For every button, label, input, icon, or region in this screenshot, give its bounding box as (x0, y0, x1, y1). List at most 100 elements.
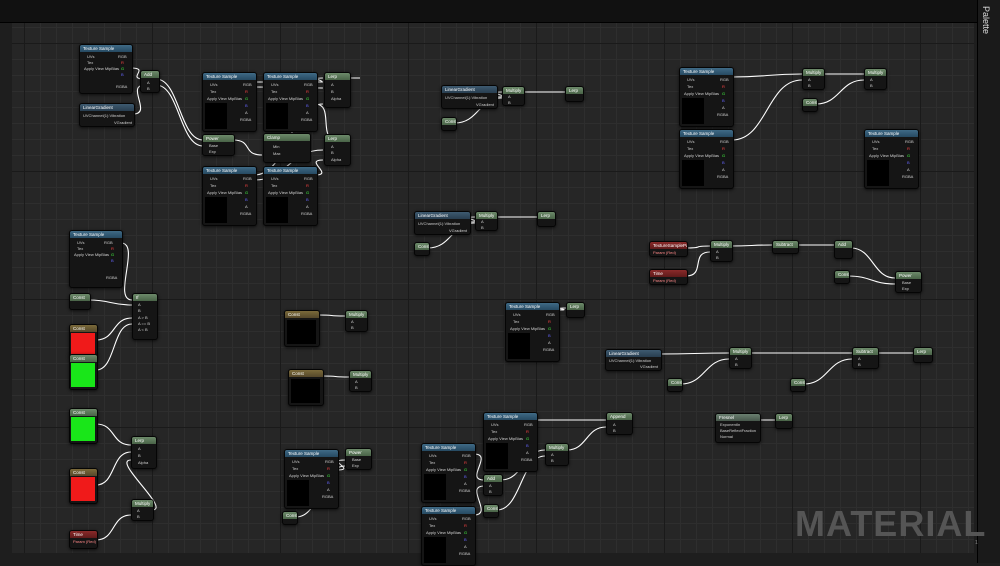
node-pin[interactable]: A (245, 110, 248, 115)
node-pin[interactable]: G (526, 436, 529, 441)
multiply-node[interactable]: Multiply A B (802, 68, 825, 90)
node-pin[interactable]: A (548, 340, 551, 345)
node-pin[interactable]: R (245, 89, 248, 94)
node-pin[interactable]: Tex (271, 89, 277, 94)
node-pin[interactable]: G (722, 153, 725, 158)
node-pin[interactable]: G (111, 252, 114, 257)
node-pin[interactable]: Apply View MipBias (684, 153, 719, 158)
node-pin[interactable]: A (138, 302, 141, 307)
node-pin[interactable]: RGBA (902, 174, 913, 179)
const-node[interactable]: Const (69, 293, 91, 310)
node-pin[interactable]: UVs (210, 176, 218, 181)
node-pin[interactable]: Apply View MipBias (426, 467, 461, 472)
node-pin[interactable]: BaseReflectFraction (720, 428, 756, 433)
node-pin[interactable]: B (716, 255, 719, 260)
const-node[interactable]: Const (414, 242, 430, 256)
node-pin[interactable]: Apply View MipBias (268, 190, 303, 195)
node-pin[interactable]: Apply View MipBias (207, 96, 242, 101)
power-node[interactable]: Power Base Exp (895, 271, 922, 293)
const-node[interactable]: Const (483, 504, 499, 518)
const-node[interactable]: Const (790, 378, 806, 392)
node-pin[interactable]: G (306, 190, 309, 195)
node-pin[interactable]: G (464, 530, 467, 535)
node-pin[interactable]: B (355, 385, 358, 390)
multiply-node[interactable]: Multiply A B (502, 86, 525, 106)
node-pin[interactable]: Exp (352, 463, 359, 468)
node-pin[interactable]: Base (209, 143, 218, 148)
node-pin[interactable]: B (870, 83, 873, 88)
linear-gradient-node[interactable]: LinearGradient UVChannel(1):Vibration VGra… (79, 103, 135, 127)
node-pin[interactable]: ExponentIn (720, 422, 740, 427)
node-pin[interactable]: Tex (210, 89, 216, 94)
node-pin[interactable]: A (245, 204, 248, 209)
subtract-node[interactable]: Subtract A B (852, 347, 879, 369)
node-pin[interactable]: R (526, 429, 529, 434)
node-pin[interactable]: RGBA (717, 174, 728, 179)
node-pin[interactable]: UVChannel(1):Vibration (83, 113, 125, 118)
node-pin[interactable]: Tex (513, 319, 519, 324)
green-constant-node[interactable]: Const (69, 408, 98, 444)
texture-sample-node[interactable]: Texture Sample UVs Tex Apply View MipBias RG… (79, 44, 133, 94)
node-pin[interactable]: RGB (304, 82, 313, 87)
node-pin[interactable]: Exp (209, 149, 216, 154)
node-pin[interactable]: A (481, 219, 484, 224)
node-pin[interactable]: B (351, 325, 354, 330)
node-pin[interactable]: RGB (118, 54, 127, 59)
node-pin[interactable]: Alpha (331, 157, 341, 162)
node-pin[interactable]: G (245, 96, 248, 101)
node-pin[interactable]: Apply View MipBias (207, 190, 242, 195)
node-pin[interactable]: UVChannel(1):Vibration (609, 358, 651, 363)
node-pin[interactable]: VGradient (449, 228, 467, 233)
node-pin[interactable]: A (722, 167, 725, 172)
node-pin[interactable]: G (121, 66, 124, 71)
node-pin[interactable]: UVs (687, 77, 695, 82)
const-node[interactable]: Const (667, 378, 683, 392)
node-pin[interactable]: A (331, 82, 334, 87)
node-pin[interactable]: A (551, 452, 554, 457)
node-pin[interactable]: Tex (271, 183, 277, 188)
node-pin[interactable]: R (121, 60, 124, 65)
node-pin[interactable]: R (548, 319, 551, 324)
node-pin[interactable]: RGBA (322, 494, 333, 499)
texture-sample-node[interactable]: Texture Sample UVs Tex Apply View MipBias RG… (483, 412, 538, 472)
node-pin[interactable]: A (489, 483, 492, 488)
lerp-node[interactable]: Lerp (537, 211, 556, 227)
const-node[interactable]: Const (802, 98, 818, 112)
if-node[interactable]: If A B A > BA == BA < B (132, 293, 158, 340)
node-pin[interactable]: RGB (325, 459, 334, 464)
node-pin[interactable]: R (327, 466, 330, 471)
multiply-node[interactable]: Multiply A B (729, 347, 752, 369)
node-pin[interactable]: UVs (429, 516, 437, 521)
clamp-node[interactable]: Clamp Min Max (263, 133, 311, 163)
node-pin[interactable]: UVs (491, 422, 499, 427)
node-pin[interactable]: RGB (243, 176, 252, 181)
node-pin[interactable]: A (306, 110, 309, 115)
node-pin[interactable]: Apply View MipBias (684, 91, 719, 96)
red-constant-node[interactable]: Const (69, 468, 98, 504)
texture-sample-node[interactable]: Texture Sample UVs Tex Apply View MipBias RG… (202, 72, 257, 132)
texture-sample-node[interactable]: Texture Sample UVs Tex Apply View MipBias RG… (679, 67, 734, 127)
node-pin[interactable]: B (331, 150, 334, 155)
node-pin[interactable]: B (551, 458, 554, 463)
const-node[interactable]: Const (282, 511, 298, 525)
node-pin[interactable]: RGB (720, 77, 729, 82)
node-pin[interactable]: RGBA (521, 457, 532, 462)
texture-sample-node[interactable]: Texture Sample UVs Tex Apply View MipBias RG… (864, 129, 919, 189)
node-pin[interactable]: Apply View MipBias (426, 530, 461, 535)
node-pin[interactable]: UVs (429, 453, 437, 458)
node-pin[interactable]: A (137, 508, 140, 513)
node-pin[interactable]: A (722, 105, 725, 110)
append-node[interactable]: Append A B (606, 412, 633, 435)
add-node[interactable]: Add A B (483, 474, 503, 496)
node-pin[interactable]: G (306, 96, 309, 101)
texture-sample-node[interactable]: Texture Sample UVs Tex Apply View MipBias RG… (421, 506, 476, 566)
const-node[interactable]: Const (441, 117, 457, 131)
node-pin[interactable]: RGB (524, 422, 533, 427)
texture-sample-node[interactable]: Texture Sample UVs Tex Apply View MipBias RG… (263, 166, 318, 226)
gold-param-node[interactable]: Const (284, 310, 320, 347)
node-pin[interactable]: G (327, 473, 330, 478)
node-pin[interactable]: RGBA (116, 84, 127, 89)
linear-gradient-node[interactable]: LinearGradient UVChannel(1):Vibration VGra… (414, 211, 471, 235)
node-pin[interactable]: Tex (429, 460, 435, 465)
node-pin[interactable]: RGB (462, 453, 471, 458)
